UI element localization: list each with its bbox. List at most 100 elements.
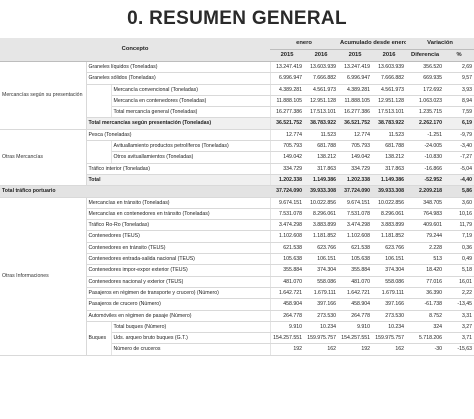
cell-value: 1.102.608	[338, 230, 373, 243]
row-label: Total mercancía general (Toneladas)	[111, 106, 271, 119]
cell-value: 681.788	[304, 140, 339, 153]
row-label: Mercancías en contenedores en tránsito (…	[86, 208, 271, 221]
cell-value: 172.692	[406, 84, 445, 96]
row-label: Graneles sólidos (Toneladas)	[86, 72, 271, 85]
cell-value: 138.212	[372, 151, 407, 164]
cell-value: 9.674.151	[270, 197, 305, 209]
cell-value: 12.951.128	[304, 95, 339, 108]
cell-value: 3,31	[444, 310, 474, 322]
cell-value: 8.296.061	[372, 208, 407, 221]
header-acumulado: Acumulado desde enero	[338, 38, 407, 50]
cell-value: -30	[406, 343, 445, 356]
cell-value: 334.729	[270, 163, 305, 175]
summary-table-container: Concepto enero Acumulado desde enero Var…	[0, 38, 474, 419]
cell-value: 149.042	[338, 151, 373, 164]
cell-value: 2.262.170	[406, 117, 445, 130]
cell-value: 2,69	[444, 61, 474, 74]
cell-value: 7.531.078	[270, 208, 305, 221]
page-title: 0. RESUMEN GENERAL	[127, 8, 347, 29]
row-label: Contenedores (TEUS)	[86, 230, 271, 243]
cell-value: -5,04	[444, 163, 474, 175]
cell-value: 1.679.111	[372, 287, 407, 300]
cell-value: 264.778	[270, 310, 305, 322]
subgroup-spacer	[86, 140, 112, 164]
cell-value: -10.830	[406, 151, 445, 164]
cell-value: 621.538	[270, 242, 305, 255]
cell-value: 7,19	[444, 230, 474, 243]
cell-value: 16.277.386	[270, 106, 305, 119]
cell-value: 39.933.308	[372, 185, 407, 198]
cell-value: 12.951.128	[372, 95, 407, 108]
cell-value: 3.474.298	[338, 219, 373, 232]
row-label: Tráfico interior (Toneladas)	[86, 163, 271, 175]
cell-value: 11.888.105	[270, 95, 305, 108]
cell-value: 10.022.856	[304, 197, 339, 209]
row-label: Mercancía convencional (Toneladas)	[111, 84, 271, 96]
cell-value: 9.910	[270, 321, 305, 334]
cell-value: 18.420	[406, 264, 445, 277]
row-label: Contenedores impor-expor exterior (TEUS)	[86, 264, 271, 277]
cell-value: 3,60	[444, 197, 474, 209]
cell-value: 36.521.752	[338, 117, 373, 130]
cell-value: 162	[372, 343, 407, 356]
cell-value: 1.181.852	[304, 230, 339, 243]
cell-value: 3,93	[444, 84, 474, 96]
cell-value: 16,01	[444, 276, 474, 288]
cell-value: 159.975.757	[304, 332, 339, 345]
cell-value: 324	[406, 321, 445, 334]
header-year: 2016	[304, 49, 339, 62]
cell-value: 558.086	[372, 276, 407, 288]
row-label: Pesca (Toneladas)	[86, 129, 271, 142]
cell-value: 11.523	[372, 129, 407, 142]
cell-value: 317.863	[372, 163, 407, 175]
header-row-1: Concepto enero Acumulado desde enero Var…	[0, 38, 474, 62]
row-label: Total	[86, 174, 271, 187]
group-label: Mercancías según su presentación	[0, 61, 87, 130]
cell-value: 6,19	[444, 117, 474, 130]
cell-value: 11,79	[444, 219, 474, 232]
cell-value: -13,45	[444, 298, 474, 311]
cell-value: -4,40	[444, 174, 474, 187]
row-label: Total tráfico portuario	[0, 185, 271, 198]
cell-value: 106.151	[304, 253, 339, 266]
cell-value: 623.766	[372, 242, 407, 255]
cell-value: 2,22	[444, 287, 474, 300]
cell-value: 7,59	[444, 106, 474, 119]
cell-value: 106.151	[372, 253, 407, 266]
cell-value: 162	[304, 343, 339, 356]
grand-total-row: Total tráfico portuario 37.724.090 39.93…	[0, 185, 474, 198]
row-label: Pasajeros de crucero (Número)	[86, 298, 271, 311]
cell-value: -15,63	[444, 343, 474, 356]
cell-value: 8.752	[406, 310, 445, 322]
table-row: Otras Informaciones Mercancías en tránsi…	[0, 197, 474, 356]
row-label: Pasajeros en régimen de transporte y cru…	[86, 287, 271, 300]
cell-value: 355.884	[270, 264, 305, 277]
cell-value: 458.904	[270, 298, 305, 311]
cell-value: 273.530	[304, 310, 339, 322]
cell-value: 409.601	[406, 219, 445, 232]
cell-value: 1.642.721	[270, 287, 305, 300]
row-label: Total mercancías según presentación (Ton…	[86, 117, 271, 130]
cell-value: 397.166	[372, 298, 407, 311]
cell-value: 1.149.386	[372, 174, 407, 187]
cell-value: 192	[338, 343, 373, 356]
cell-value: 4.389.281	[338, 84, 373, 96]
cell-value: -7,27	[444, 151, 474, 164]
cell-value: 374.304	[372, 264, 407, 277]
cell-value: 13.603.939	[304, 61, 339, 74]
cell-value: 669.935	[406, 72, 445, 85]
cell-value: 0,49	[444, 253, 474, 266]
cell-value: 1.102.608	[270, 230, 305, 243]
cell-value: 79.244	[406, 230, 445, 243]
cell-value: 355.884	[338, 264, 373, 277]
cell-value: 3.883.899	[304, 219, 339, 232]
cell-value: 4.561.973	[304, 84, 339, 96]
cell-value: 2.209.218	[406, 185, 445, 198]
cell-value: 317.863	[304, 163, 339, 175]
row-label: Contenedores nacional y exterior (TEUS)	[86, 276, 271, 288]
cell-value: 11.523	[304, 129, 339, 142]
cell-value: 38.783.922	[372, 117, 407, 130]
cell-value: 6.996.947	[338, 72, 373, 85]
cell-value: 1.202.338	[338, 174, 373, 187]
cell-value: 12.774	[338, 129, 373, 142]
